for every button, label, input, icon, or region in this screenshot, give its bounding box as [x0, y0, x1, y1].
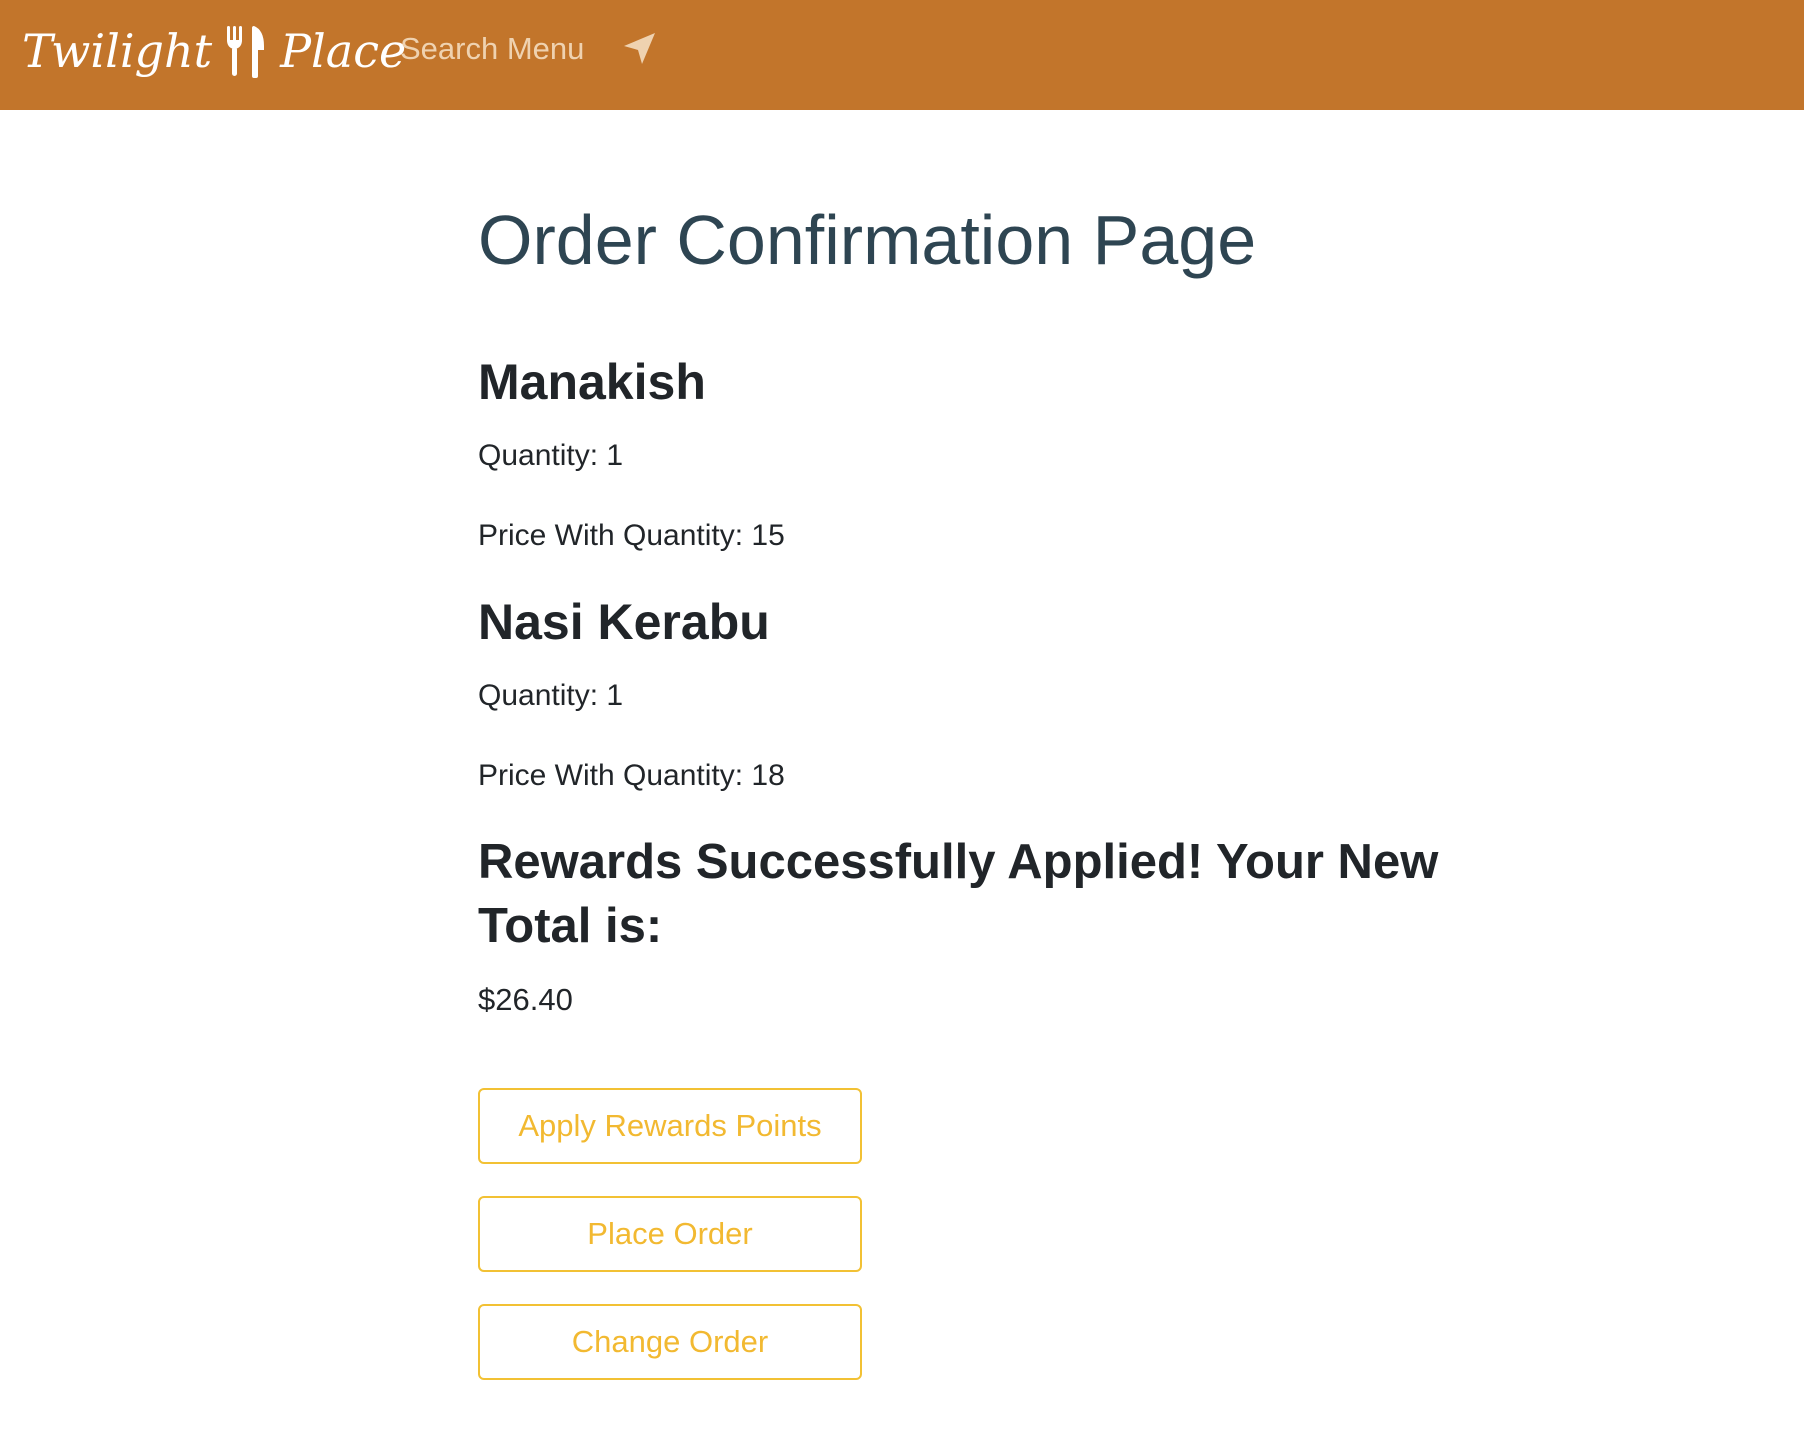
page-title: Order Confirmation Page: [478, 201, 1257, 279]
order-item-quantity: Quantity: 1: [478, 679, 624, 712]
rewards-applied-message: Rewards Successfully Applied! Your New T…: [478, 835, 1439, 953]
place-order-button[interactable]: Place Order: [478, 1196, 862, 1272]
order-confirmation-content: Order Confirmation Page Manakish Quantit…: [478, 190, 1488, 1380]
order-item-name: Nasi Kerabu: [478, 594, 770, 650]
brand-logo[interactable]: Twilight Place: [22, 16, 406, 86]
change-order-button[interactable]: Change Order: [478, 1304, 862, 1380]
new-total-amount: $26.40: [478, 982, 573, 1017]
order-item-name: Manakish: [478, 354, 706, 410]
location-arrow-icon[interactable]: [620, 30, 658, 68]
order-item-price: Price With Quantity: 18: [478, 759, 785, 792]
order-item-price: Price With Quantity: 15: [478, 519, 785, 552]
fork-knife-icon: [224, 24, 268, 78]
top-navbar: Twilight Place Search Menu: [0, 0, 1804, 110]
brand-name-right: Place: [280, 24, 407, 78]
order-item-quantity: Quantity: 1: [478, 439, 624, 472]
apply-rewards-button[interactable]: Apply Rewards Points: [478, 1088, 862, 1164]
brand-name-left: Twilight: [22, 24, 213, 78]
search-menu-link[interactable]: Search Menu: [400, 26, 584, 72]
